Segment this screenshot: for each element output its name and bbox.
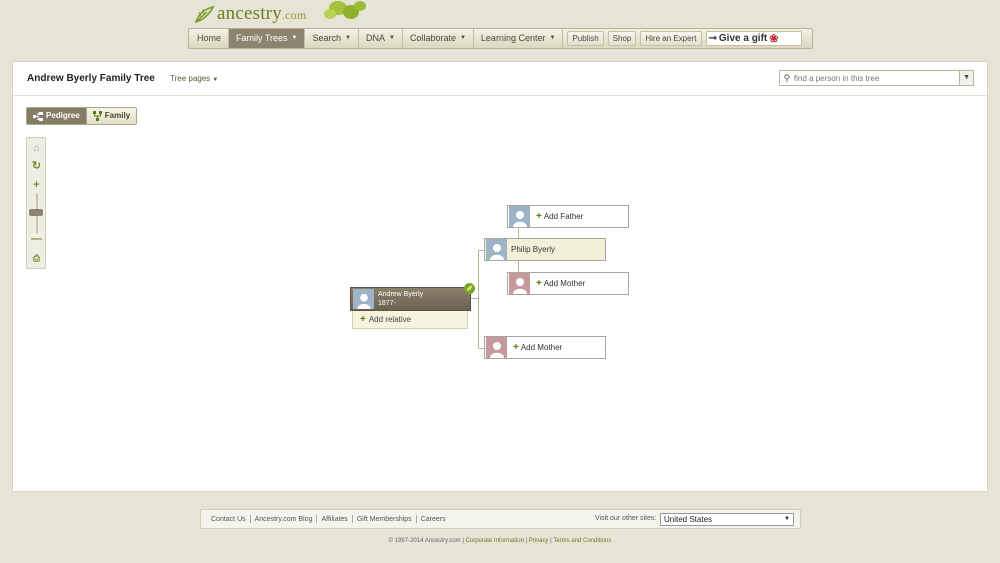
nav-item-home[interactable]: Home — [190, 29, 230, 48]
nav-item-search[interactable]: Search ▼ — [305, 29, 359, 48]
nav-item-learning-center[interactable]: Learning Center ▼ — [474, 29, 564, 48]
corporate-link[interactable]: Corporate Information — [466, 538, 524, 544]
root-person-name: Andrew Byerly — [378, 291, 424, 298]
site-footer: Contact Us Ancestry.com Blog Affiliates Gif… — [200, 509, 801, 529]
divider — [13, 95, 987, 96]
plus-icon: + — [536, 211, 542, 222]
family-label: Family — [104, 111, 131, 120]
privacy-link[interactable]: Privacy — [529, 538, 549, 544]
plus-icon: + — [536, 278, 542, 289]
nav-item-family-trees[interactable]: Family Trees ▼ — [229, 29, 306, 48]
chevron-down-icon: ▼ — [549, 35, 556, 41]
tree-title: Andrew Byerly Family Tree — [27, 73, 155, 84]
plus-icon: + — [360, 314, 366, 325]
logo-text: ancestry.com — [217, 3, 307, 24]
nav-item-label: Learning Center — [480, 33, 546, 43]
footer-links: Contact Us Ancestry.com Blog Affiliates Gif… — [201, 515, 450, 523]
chevron-down-icon: ▼ — [291, 35, 298, 41]
add-relative-button[interactable]: + Add relative — [352, 311, 468, 329]
search-input[interactable] — [793, 71, 960, 85]
give-gift-button[interactable]: ⊸ Give a gift ❀ — [705, 31, 802, 46]
plus-icon: + — [513, 342, 519, 353]
zoom-in-icon[interactable]: + — [29, 178, 44, 193]
chevron-down-icon: ▼ — [388, 35, 395, 41]
add-father-card[interactable]: + Add Father — [507, 205, 629, 228]
add-mother-label: Add Mother — [543, 279, 586, 288]
copyright-text: © 1997-2014 Ancestry.com — [388, 538, 461, 544]
zoom-slider-handle[interactable] — [29, 209, 43, 216]
male-avatar — [509, 206, 530, 227]
home-icon[interactable]: ⌂ — [29, 141, 44, 156]
female-avatar — [509, 273, 530, 294]
country-select[interactable]: United States ▼ — [660, 513, 794, 526]
connector-line — [478, 250, 479, 349]
publish-button[interactable]: Publish — [567, 31, 604, 46]
hire-expert-button[interactable]: Hire an Expert — [640, 31, 702, 46]
nav-item-label: Family Trees — [236, 33, 288, 43]
nav-item-label: DNA — [365, 33, 385, 43]
other-sites-label: Visit our other sites: — [595, 515, 657, 522]
father-name: Philip Byerly — [511, 245, 556, 254]
nav-item-label: Home — [197, 33, 222, 43]
footer-link-ancestry-com-blog[interactable]: Ancestry.com Blog — [251, 516, 317, 523]
pedigree-label: Pedigree — [46, 111, 80, 120]
nav-item-label: Collaborate — [409, 33, 456, 43]
gift-bow-icon: ❀ — [769, 33, 779, 45]
leaf-hint-icon[interactable] — [464, 283, 475, 294]
pedigree-icon — [33, 111, 43, 121]
root-person-years: 1877- — [378, 300, 396, 307]
ancestry-logo[interactable]: ancestry.com — [193, 2, 306, 26]
nav-item-label: Search — [312, 33, 342, 43]
country-value: United States — [664, 515, 713, 524]
family-icon — [92, 111, 102, 121]
refresh-icon[interactable]: ↻ — [29, 159, 44, 174]
root-person-card[interactable]: Andrew Byerly 1877- — [350, 283, 475, 311]
add-grandmother-card[interactable]: + Add Mother — [507, 272, 629, 295]
shop-button[interactable]: Shop — [607, 31, 637, 46]
footer-link-gift-memberships[interactable]: Gift Memberships — [353, 516, 416, 523]
copyright-bar: © 1997-2014 Ancestry.com | Corporate Inf… — [388, 538, 612, 544]
pedigree-view-button[interactable]: Pedigree — [27, 108, 86, 124]
chevron-down-icon: ▼ — [345, 35, 351, 41]
view-toggle: Pedigree Family — [26, 107, 138, 125]
male-avatar — [486, 239, 507, 260]
chevron-down-icon[interactable]: ▼ — [959, 71, 973, 85]
give-gift-label: Give a gift — [718, 33, 768, 44]
footer-link-affiliates[interactable]: Affiliates — [317, 516, 351, 523]
footer-link-contact-us[interactable]: Contact Us — [207, 516, 250, 523]
add-mother-card[interactable]: + Add Mother — [484, 336, 606, 359]
zoom-controls: ⌂ ↻ + — ⎙ — [26, 137, 46, 269]
male-avatar — [353, 289, 374, 309]
site-header: ancestry.com Home Family Trees ▼ Search ▼ DNA… — [0, 0, 1000, 58]
terms-link[interactable]: Terms and Conditions — [553, 538, 611, 544]
print-icon[interactable]: ⎙ — [29, 251, 44, 266]
footer-link-careers[interactable]: Careers — [417, 516, 450, 523]
key-icon: ⊸ — [708, 33, 717, 44]
nav-item-collaborate[interactable]: Collaborate ▼ — [403, 29, 474, 48]
main-nav: Home Family Trees ▼ Search ▼ DNA ▼ Collaborate ▼… — [188, 28, 813, 49]
nav-item-dna[interactable]: DNA ▼ — [359, 29, 403, 48]
family-view-button[interactable]: Family — [85, 108, 137, 124]
father-card[interactable]: Philip Byerly — [484, 238, 606, 261]
person-search: ⚲ ▼ — [779, 70, 974, 86]
search-icon: ⚲ — [783, 72, 791, 83]
add-relative-label: Add relative — [368, 315, 412, 324]
chevron-down-icon: ▼ — [784, 516, 790, 522]
decorative-leaves — [324, 1, 366, 19]
female-avatar — [486, 337, 507, 358]
chevron-down-icon: ▼ — [459, 35, 466, 41]
zoom-out-icon[interactable]: — — [29, 232, 44, 247]
add-mother-label: Add Mother — [520, 343, 563, 352]
tree-panel: Andrew Byerly Family Tree Tree pages ▼ ⚲… — [12, 61, 988, 492]
leaf-icon — [194, 5, 215, 24]
add-father-label: Add Father — [543, 212, 584, 221]
tree-pages-menu[interactable]: Tree pages ▼ — [170, 74, 218, 83]
